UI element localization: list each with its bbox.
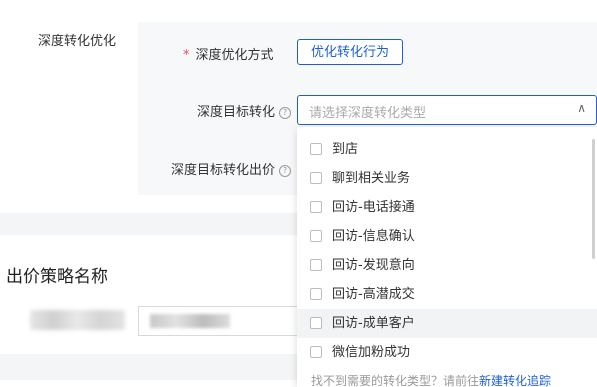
- required-asterisk: *: [183, 48, 190, 63]
- option-label: 回访-成单客户: [332, 316, 415, 331]
- dropdown-option[interactable]: 回访-信息确认: [297, 222, 597, 251]
- checkbox-icon[interactable]: [310, 230, 322, 242]
- dropdown-option[interactable]: 到店: [297, 135, 597, 164]
- dropdown-option[interactable]: 回访-电话接通: [297, 193, 597, 222]
- deep-conversion-select[interactable]: 请选择深度转化类型 ∧: [297, 95, 597, 125]
- section-label-deep-conversion: 深度转化优化: [38, 34, 117, 49]
- mode-label: 深度优化方式: [195, 48, 274, 63]
- checkbox-icon[interactable]: [310, 346, 322, 358]
- option-label: 回访-信息确认: [332, 229, 415, 244]
- dropdown-option-hovered[interactable]: 回访-成单客户: [297, 309, 597, 338]
- strategy-title: 出价策略名称: [6, 267, 108, 287]
- option-label: 回访-高潜成交: [332, 287, 415, 302]
- conversion-dropdown: 到店 聊到相关业务 回访-电话接通 回访-信息确认 回访-发现意向 回访-高潜成…: [297, 127, 597, 387]
- option-label: 微信加粉成功: [332, 345, 411, 360]
- checkbox-icon[interactable]: [310, 317, 322, 329]
- blurred-input-value: [150, 314, 230, 328]
- option-label: 聊到相关业务: [332, 171, 411, 186]
- create-tracking-link[interactable]: 新建转化追踪: [479, 374, 551, 387]
- checkbox-icon[interactable]: [310, 201, 322, 213]
- dropdown-scrollbar[interactable]: [592, 139, 595, 259]
- bid-label-row: 深度目标转化出价?: [171, 159, 292, 178]
- bid-label: 深度目标转化出价: [171, 163, 276, 178]
- footer-text: 找不到需要的转化类型？请前往: [311, 374, 480, 387]
- help-circle-icon[interactable]: ?: [279, 107, 292, 119]
- checkbox-icon[interactable]: [310, 172, 322, 184]
- select-placeholder: 请选择深度转化类型: [309, 106, 427, 121]
- option-label: 到店: [332, 142, 359, 157]
- help-circle-icon[interactable]: ?: [279, 165, 292, 177]
- dropdown-option[interactable]: 微信加粉成功: [297, 338, 597, 367]
- dropdown-option[interactable]: 聊到相关业务: [297, 164, 597, 193]
- blurred-label: [30, 310, 125, 330]
- checkbox-icon[interactable]: [310, 143, 322, 155]
- checkbox-icon[interactable]: [310, 259, 322, 271]
- option-label: 回访-发现意向: [332, 258, 415, 273]
- mode-label-row: * 深度优化方式: [183, 44, 274, 63]
- optimize-behavior-button[interactable]: 优化转化行为: [297, 39, 404, 65]
- dropdown-option[interactable]: 回访-高潜成交: [297, 280, 597, 309]
- dropdown-option[interactable]: 回访-发现意向: [297, 251, 597, 280]
- chevron-up-icon: ∧: [577, 101, 586, 115]
- option-label: 回访-电话接通: [332, 200, 415, 215]
- checkbox-icon[interactable]: [310, 288, 322, 300]
- target-label: 深度目标转化: [197, 105, 276, 120]
- target-label-row: 深度目标转化?: [197, 101, 292, 120]
